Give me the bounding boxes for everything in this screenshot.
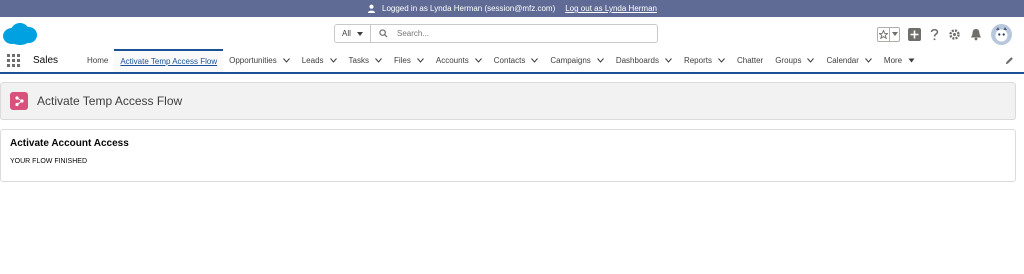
- favorites-menu-caret[interactable]: [890, 28, 899, 41]
- flow-finished-message: YOUR FLOW FINISHED: [10, 158, 88, 165]
- flow-card: Activate Account Access YOUR FLOW FINISH…: [0, 129, 1016, 182]
- nav-item-calendar[interactable]: Calendar: [820, 49, 877, 72]
- nav-item-label: Reports: [683, 56, 712, 65]
- nav-item-more[interactable]: More: [878, 49, 921, 72]
- logged-in-text: Logged in as Lynda Herman (session@mfz.c…: [382, 4, 556, 13]
- add-icon[interactable]: [908, 27, 921, 41]
- nav-item-label: Calendar: [826, 56, 859, 65]
- page-header: Activate Temp Access Flow: [0, 82, 1016, 120]
- nav-item-label: Chatter: [736, 56, 764, 65]
- nav-item-label: Home: [87, 56, 109, 65]
- nav-item-label: Contacts: [493, 56, 526, 65]
- card-title: Activate Account Access: [10, 138, 129, 149]
- nav-item-tasks[interactable]: Tasks: [343, 49, 388, 72]
- nav-item-contacts[interactable]: Contacts: [488, 49, 545, 72]
- nav-item-label: Leads: [301, 56, 324, 65]
- user-icon: [367, 4, 376, 13]
- page-title: Activate Temp Access Flow: [37, 94, 183, 108]
- nav-item-accounts[interactable]: Accounts: [430, 49, 488, 72]
- impersonation-bar: Logged in as Lynda Herman (session@mfz.c…: [0, 0, 1024, 17]
- chevron-down-icon[interactable]: [282, 58, 290, 63]
- nav-item-label: Tasks: [348, 56, 369, 65]
- nav-item-chatter[interactable]: Chatter: [731, 49, 769, 72]
- nav-item-label: More: [883, 56, 903, 65]
- search-scope-dropdown[interactable]: All: [335, 25, 371, 42]
- nav-item-label: Dashboards: [615, 56, 659, 65]
- nav-items: Home Activate Temp Access Flow Opportuni…: [81, 49, 921, 72]
- search-input[interactable]: [397, 29, 617, 38]
- flow-icon: [10, 92, 28, 110]
- nav-item-label: Activate Temp Access Flow: [120, 57, 218, 66]
- nav-item-reports[interactable]: Reports: [678, 49, 731, 72]
- nav-item-leads[interactable]: Leads: [296, 49, 343, 72]
- chevron-down-icon[interactable]: [329, 58, 337, 63]
- nav-item-files[interactable]: Files: [388, 49, 430, 72]
- logout-link[interactable]: Log out as Lynda Herman: [565, 4, 657, 13]
- nav-item-label: Campaigns: [550, 56, 591, 65]
- chevron-down-icon[interactable]: [596, 58, 604, 63]
- edit-pencil-icon[interactable]: [1005, 56, 1014, 65]
- chevron-down-icon[interactable]: [474, 58, 482, 63]
- nav-item-label: Accounts: [435, 56, 469, 65]
- nav-item-campaigns[interactable]: Campaigns: [544, 49, 609, 72]
- nav-item-groups[interactable]: Groups: [769, 49, 820, 72]
- search-scope-label: All: [342, 29, 351, 38]
- chevron-down-icon[interactable]: [665, 58, 672, 63]
- nav-item-label: Files: [393, 56, 411, 65]
- nav-item-label: Opportunities: [229, 56, 277, 65]
- app-navigation-bar: Sales Home Activate Temp Access Flow Opp…: [0, 49, 1024, 74]
- nav-item-home[interactable]: Home: [81, 49, 114, 72]
- nav-item-activate-temp-access-flow[interactable]: Activate Temp Access Flow: [114, 49, 224, 72]
- favorites-star-icon[interactable]: [878, 27, 890, 41]
- chevron-down-icon[interactable]: [865, 58, 872, 63]
- help-icon[interactable]: [930, 28, 939, 41]
- nav-item-dashboards[interactable]: Dashboards: [610, 49, 678, 72]
- app-launcher-icon[interactable]: [7, 53, 21, 68]
- chevron-down-icon[interactable]: [807, 58, 815, 63]
- chevron-down-icon[interactable]: [416, 58, 424, 63]
- global-header: All: [0, 17, 1024, 49]
- favorites-button-group: [877, 26, 900, 42]
- avatar[interactable]: [991, 23, 1012, 45]
- search-icon: [379, 29, 388, 38]
- setup-gear-icon[interactable]: [948, 28, 961, 41]
- chevron-down-icon[interactable]: [718, 58, 725, 63]
- chevron-down-icon: [356, 31, 363, 36]
- nav-item-opportunities[interactable]: Opportunities: [223, 49, 296, 72]
- notification-bell-icon[interactable]: [970, 28, 982, 41]
- chevron-down-icon[interactable]: [375, 58, 382, 63]
- nav-item-label: Groups: [775, 56, 802, 65]
- search-field[interactable]: [371, 25, 657, 42]
- salesforce-logo[interactable]: [2, 22, 38, 46]
- global-search: All: [334, 24, 658, 43]
- caret-down-icon: [908, 58, 915, 63]
- chevron-down-icon[interactable]: [531, 58, 539, 63]
- header-utility-icons: [877, 23, 1012, 45]
- app-name: Sales: [33, 55, 59, 66]
